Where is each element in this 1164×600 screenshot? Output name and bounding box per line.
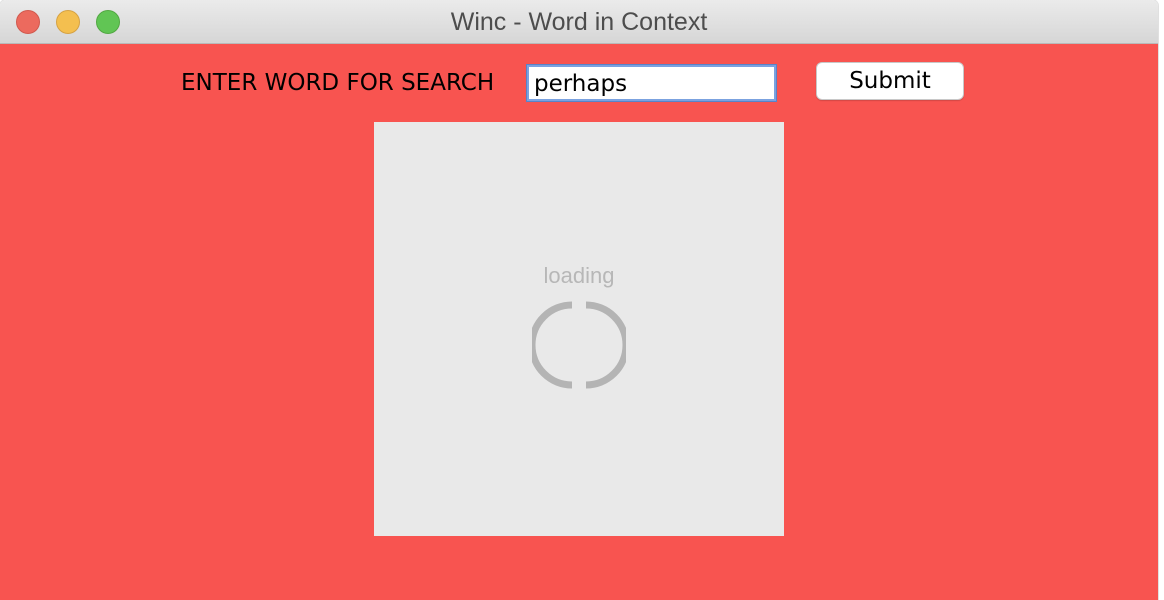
window-title: Winc - Word in Context — [450, 8, 708, 36]
app-window: Winc - Word in Context ENTER WORD FOR SE… — [0, 0, 1158, 600]
results-panel: loading — [374, 122, 784, 536]
main-content: ENTER WORD FOR SEARCH Submit loading — [0, 44, 1158, 600]
title-bar[interactable]: Winc - Word in Context — [0, 0, 1158, 44]
search-input[interactable] — [526, 64, 777, 102]
submit-button[interactable]: Submit — [816, 62, 964, 100]
loading-spinner-icon — [532, 301, 626, 389]
loading-text: loading — [543, 263, 615, 288]
search-prompt-label: ENTER WORD FOR SEARCH — [181, 70, 495, 96]
